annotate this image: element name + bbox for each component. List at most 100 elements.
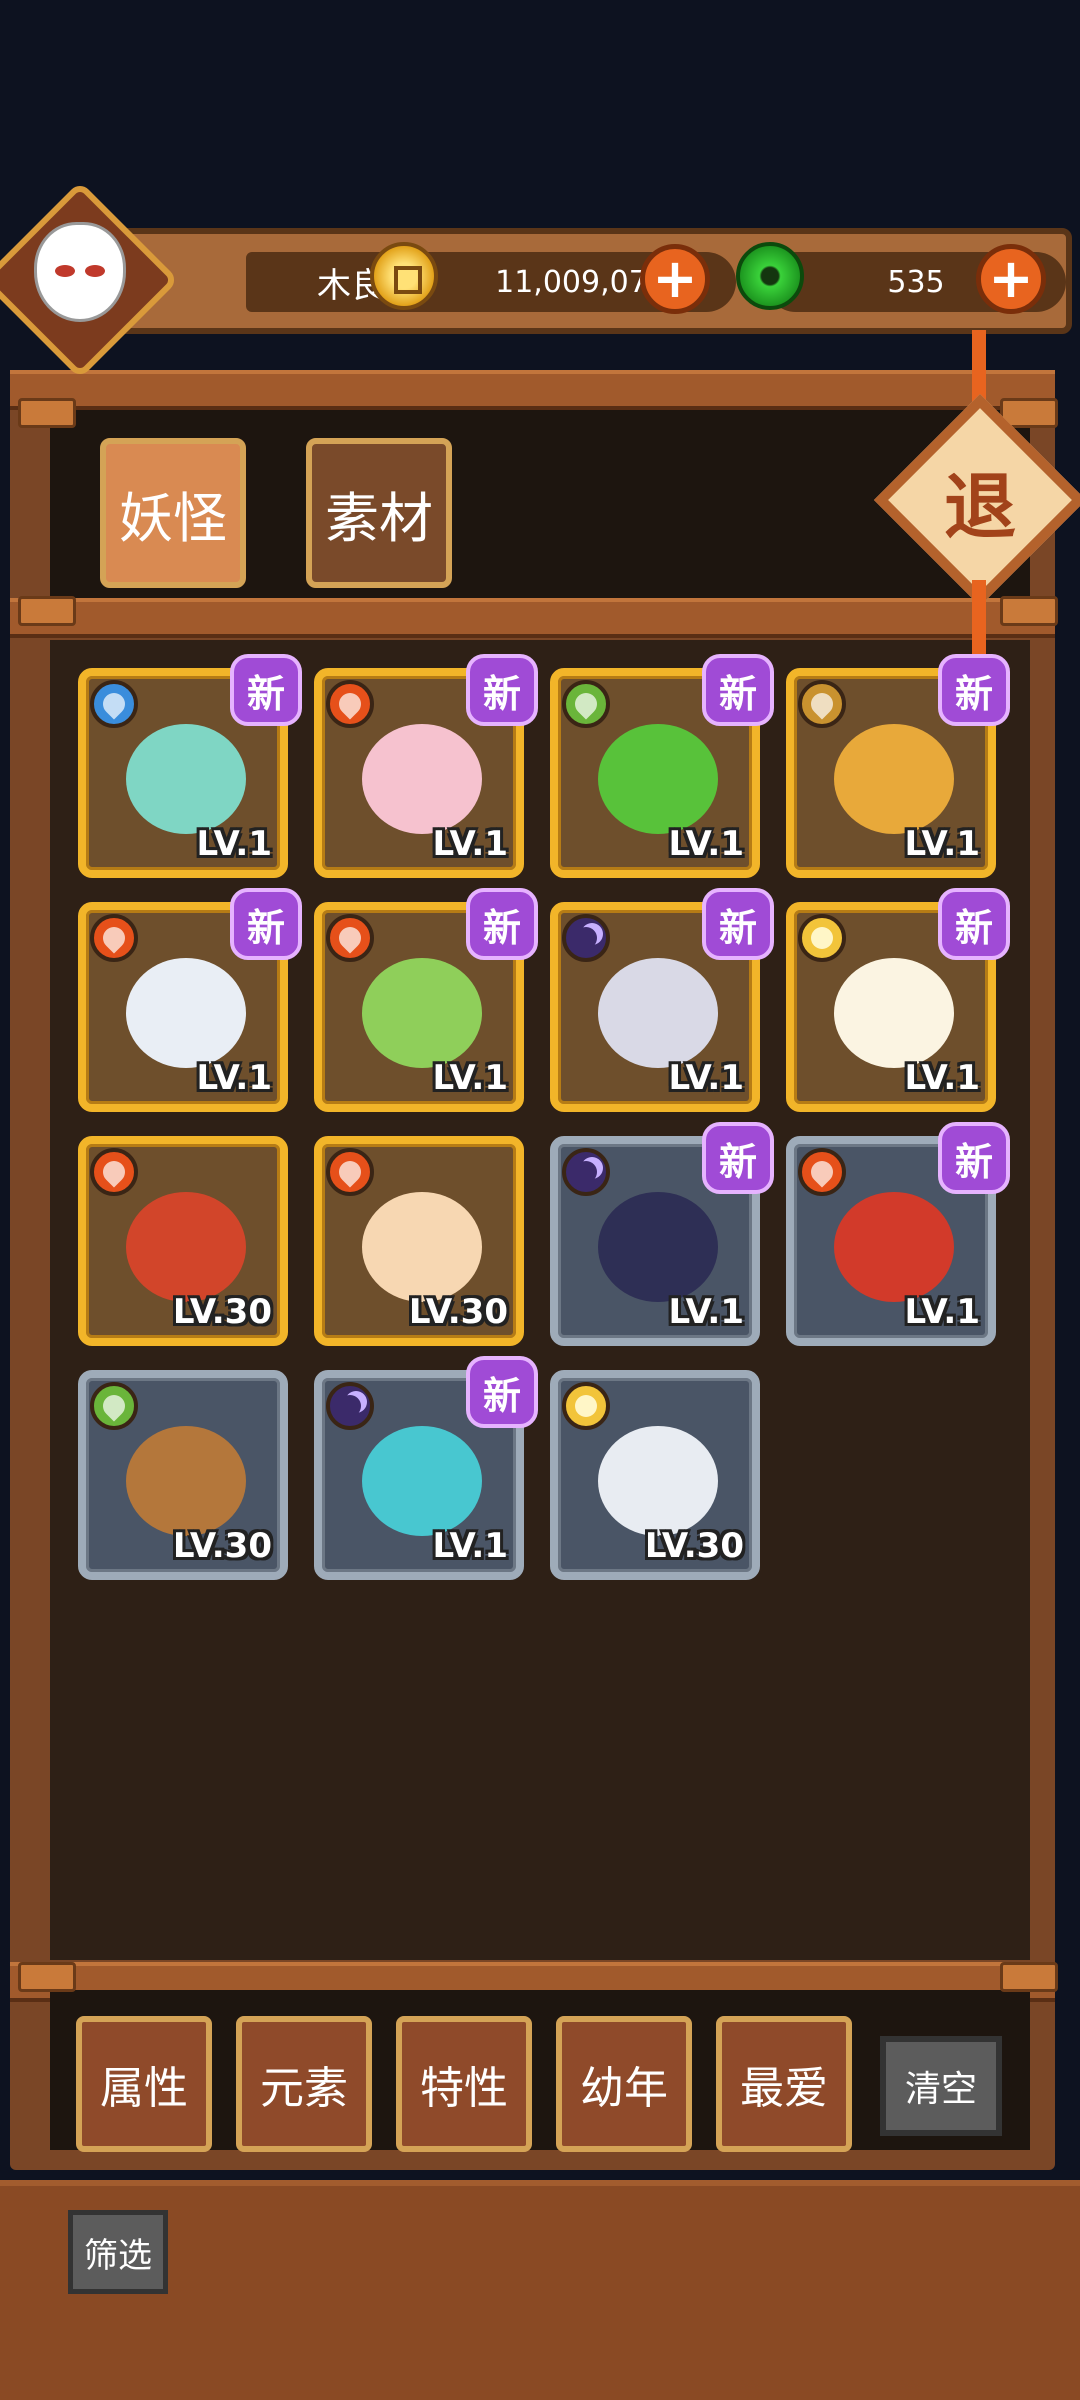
filter-attribute-button[interactable]: 属性: [76, 2016, 212, 2152]
monster-level: LV.1: [904, 824, 981, 864]
fire-glyph-icon: [334, 688, 366, 720]
fire-element-icon: [326, 680, 374, 728]
new-badge: 新: [702, 1122, 774, 1194]
add-jade-button[interactable]: +: [976, 244, 1046, 314]
monster-level: LV.1: [196, 1058, 273, 1098]
monster-card[interactable]: LV.30: [78, 1136, 288, 1346]
monster-card[interactable]: LV.1 新: [786, 1122, 1010, 1346]
monster-card[interactable]: LV.1 新: [786, 654, 1010, 878]
fire-element-icon: [326, 914, 374, 962]
new-badge: 新: [466, 888, 538, 960]
new-badge: 新: [466, 654, 538, 726]
resource-bar: 木良 11,009,079 535: [100, 228, 1072, 334]
monster-level: LV.1: [668, 824, 745, 864]
leaf-element-icon: [562, 680, 610, 728]
red-ball-on-stand-icon: [126, 1192, 246, 1302]
earth-glyph-icon: [806, 688, 838, 720]
monster-card[interactable]: LV.30: [550, 1370, 760, 1580]
monster-card[interactable]: LV.1 新: [786, 888, 1010, 1112]
monster-card[interactable]: LV.1 新: [550, 888, 774, 1112]
monster-card[interactable]: LV.1 新: [314, 1356, 538, 1580]
earth-element-icon: [798, 680, 846, 728]
mahjong-tile-south-icon: [126, 958, 246, 1068]
blue-flower-slime-icon: [126, 724, 246, 834]
filter-juvenile-button[interactable]: 幼年: [556, 2016, 692, 2152]
fire-glyph-icon: [98, 922, 130, 954]
filter-trait-button[interactable]: 特性: [396, 2016, 532, 2152]
bolt-icon: [1000, 596, 1058, 626]
moon-glyph-icon: [575, 1161, 597, 1183]
jade-icon: [736, 242, 804, 310]
fire-element-icon: [90, 914, 138, 962]
fire-glyph-icon: [806, 1156, 838, 1188]
monster-level: LV.30: [172, 1292, 272, 1332]
monster-card[interactable]: LV.30: [314, 1136, 524, 1346]
monster-level: LV.1: [668, 1058, 745, 1098]
bolt-icon: [18, 398, 76, 428]
moon-element-icon: [562, 1148, 610, 1196]
sun-glyph-icon: [811, 927, 833, 949]
fire-element-icon: [90, 1148, 138, 1196]
leaf-glyph-icon: [98, 1390, 130, 1422]
monster-card[interactable]: LV.1 新: [78, 654, 302, 878]
fire-glyph-icon: [334, 1156, 366, 1188]
tab-monsters[interactable]: 妖怪: [100, 438, 246, 588]
monster-level: LV.1: [904, 1058, 981, 1098]
fire-glyph-icon: [334, 922, 366, 954]
monster-level: LV.1: [432, 1058, 509, 1098]
filter-element-button[interactable]: 元素: [236, 2016, 372, 2152]
clear-filter-button[interactable]: 清空: [880, 2036, 1002, 2136]
tree-stump-icon: [126, 1426, 246, 1536]
ginkgo-branch-icon: [834, 724, 954, 834]
moon-element-icon: [326, 1382, 374, 1430]
monster-level: LV.1: [668, 1292, 745, 1332]
monster-level: LV.30: [408, 1292, 508, 1332]
leaf-glyph-icon: [570, 688, 602, 720]
new-badge: 新: [230, 888, 302, 960]
monster-card[interactable]: LV.30: [78, 1370, 288, 1580]
filter-button[interactable]: 筛选: [68, 2210, 168, 2294]
add-coins-button[interactable]: +: [640, 244, 710, 314]
new-badge: 新: [938, 888, 1010, 960]
monster-card[interactable]: LV.1 新: [78, 888, 302, 1112]
filter-favorite-button[interactable]: 最爱: [716, 2016, 852, 2152]
tab-materials[interactable]: 素材: [306, 438, 452, 588]
monster-level: LV.1: [432, 1526, 509, 1566]
bolt-icon: [18, 1962, 76, 1992]
fire-element-icon: [326, 1148, 374, 1196]
monster-level: LV.1: [904, 1292, 981, 1332]
new-badge: 新: [702, 654, 774, 726]
monster-card[interactable]: LV.1 新: [314, 888, 538, 1112]
pink-lotus-blob-icon: [362, 724, 482, 834]
chess-king-icon: [598, 1192, 718, 1302]
fire-element-icon: [798, 1148, 846, 1196]
fox-mask-avatar-icon: [34, 222, 126, 322]
moon-glyph-icon: [575, 927, 597, 949]
silver-star-spirit-icon: [598, 1426, 718, 1536]
cabinet-shelf-bar: [10, 598, 1055, 638]
new-badge: 新: [938, 1122, 1010, 1194]
cabinet-top-bar: [10, 370, 1055, 410]
leaf-element-icon: [90, 1382, 138, 1430]
new-badge: 新: [230, 654, 302, 726]
fire-glyph-icon: [98, 1156, 130, 1188]
leaf-sprout-child-icon: [362, 958, 482, 1068]
red-banner-icon: [834, 1192, 954, 1302]
sun-element-icon: [562, 1382, 610, 1430]
sun-glyph-icon: [575, 1395, 597, 1417]
exit-button[interactable]: 退: [905, 425, 1055, 575]
white-wisp-icon: [834, 958, 954, 1068]
sun-element-icon: [798, 914, 846, 962]
monster-card[interactable]: LV.1 新: [314, 654, 538, 878]
cream-spirit-icon: [362, 1192, 482, 1302]
monster-card[interactable]: LV.1 新: [550, 1122, 774, 1346]
monster-card[interactable]: LV.1 新: [550, 654, 774, 878]
new-badge: 新: [938, 654, 1010, 726]
bolt-icon: [18, 596, 76, 626]
coin-icon: [370, 242, 438, 310]
new-badge: 新: [702, 888, 774, 960]
monster-level: LV.1: [196, 824, 273, 864]
monster-level: LV.30: [644, 1526, 744, 1566]
new-badge: 新: [466, 1356, 538, 1428]
monster-level: LV.1: [432, 824, 509, 864]
